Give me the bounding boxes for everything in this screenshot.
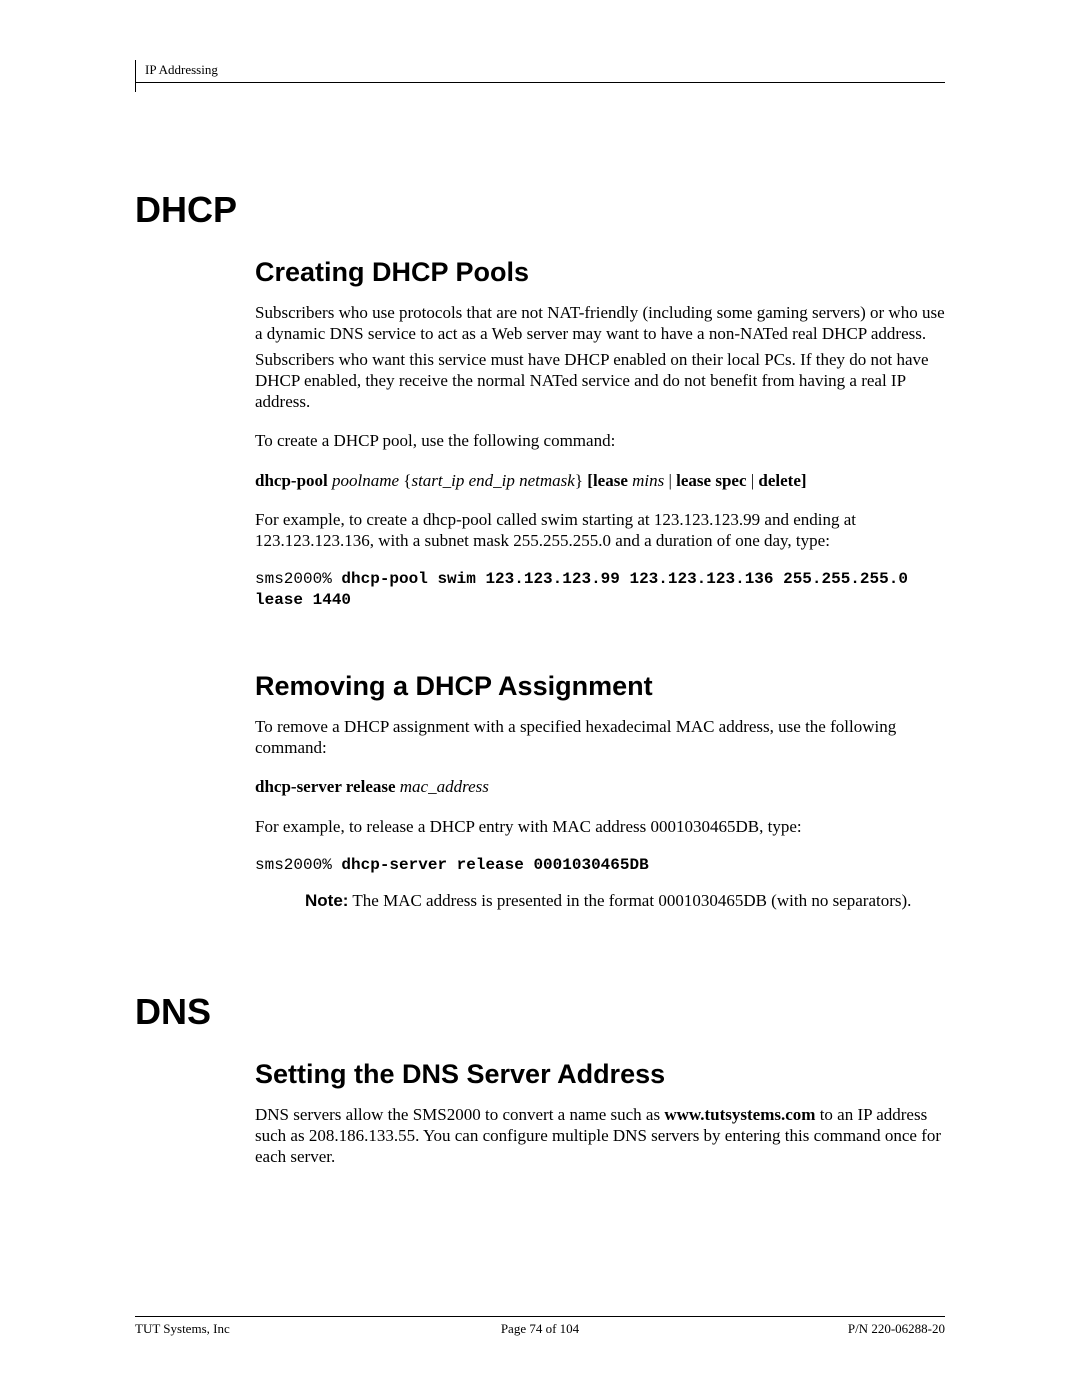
- note-text: The MAC address is presented in the form…: [348, 891, 911, 910]
- code-command: dhcp-server release 0001030465DB: [341, 856, 648, 874]
- syntax-lease-open: [lease: [587, 471, 632, 490]
- page-footer: TUT Systems, Inc Page 74 of 104 P/N 220-…: [135, 1316, 945, 1337]
- heading-dhcp: DHCP: [135, 189, 945, 231]
- syntax-ip-args: start_ip end_ip netmask: [411, 471, 574, 490]
- dhcp-pool-syntax: dhcp-pool poolname {start_ip end_ip netm…: [255, 470, 945, 491]
- code-prompt: sms2000%: [255, 856, 341, 874]
- dhcp-release-syntax: dhcp-server release mac_address: [255, 776, 945, 797]
- footer-pn-value: 220-06288-20: [871, 1321, 945, 1336]
- footer-part-number: P/N 220-06288-20: [675, 1321, 945, 1337]
- dhcp-body: Creating DHCP Pools Subscribers who use …: [255, 257, 945, 876]
- heading-removing-dhcp-assignment: Removing a DHCP Assignment: [255, 671, 945, 702]
- heading-dns: DNS: [135, 991, 945, 1033]
- syntax-release-cmd: dhcp-server release: [255, 777, 396, 796]
- dhcp-release-example-code: sms2000% dhcp-server release 0001030465D…: [255, 855, 945, 876]
- code-command: dhcp-pool swim 123.123.123.99 123.123.12…: [255, 570, 918, 609]
- syntax-brace-open: {: [399, 471, 411, 490]
- syntax-sep1: |: [664, 471, 676, 490]
- page-content: DHCP Creating DHCP Pools Subscribers who…: [135, 89, 945, 1168]
- syntax-mins: mins: [632, 471, 664, 490]
- syntax-brace-close: }: [575, 471, 587, 490]
- creating-p2: Subscribers who want this service must h…: [255, 349, 945, 413]
- creating-p4: For example, to create a dhcp-pool calle…: [255, 509, 945, 552]
- page-header: IP Addressing: [135, 60, 945, 83]
- dns-url: www.tutsystems.com: [664, 1105, 815, 1124]
- syntax-cmd: dhcp-pool: [255, 471, 328, 490]
- code-prompt: sms2000%: [255, 570, 341, 588]
- heading-setting-dns-server: Setting the DNS Server Address: [255, 1059, 945, 1090]
- creating-p1: Subscribers who use protocols that are n…: [255, 302, 945, 345]
- header-tick-mark: [135, 60, 136, 92]
- removing-p2: For example, to release a DHCP entry wit…: [255, 816, 945, 837]
- document-page: IP Addressing DHCP Creating DHCP Pools S…: [0, 0, 1080, 1397]
- dns-body: Setting the DNS Server Address DNS serve…: [255, 1059, 945, 1168]
- syntax-mac-address: mac_address: [396, 777, 489, 796]
- note-label: Note:: [305, 891, 348, 910]
- dhcp-pool-example-code: sms2000% dhcp-pool swim 123.123.123.99 1…: [255, 569, 945, 611]
- mac-address-note: Note: The MAC address is presented in th…: [305, 890, 945, 911]
- footer-page-number: Page 74 of 104: [405, 1321, 675, 1337]
- syntax-delete: delete]: [758, 471, 806, 490]
- syntax-poolname: poolname: [328, 471, 399, 490]
- footer-company: TUT Systems, Inc: [135, 1321, 405, 1337]
- removing-p1: To remove a DHCP assignment with a speci…: [255, 716, 945, 759]
- header-section-label: IP Addressing: [135, 62, 218, 77]
- dns-p1: DNS servers allow the SMS2000 to convert…: [255, 1104, 945, 1168]
- syntax-lease-spec: lease spec: [676, 471, 746, 490]
- creating-p3: To create a DHCP pool, use the following…: [255, 430, 945, 451]
- footer-pn-label: P/N: [848, 1321, 871, 1336]
- heading-creating-dhcp-pools: Creating DHCP Pools: [255, 257, 945, 288]
- syntax-sep2: |: [747, 471, 759, 490]
- dns-p1a: DNS servers allow the SMS2000 to convert…: [255, 1105, 664, 1124]
